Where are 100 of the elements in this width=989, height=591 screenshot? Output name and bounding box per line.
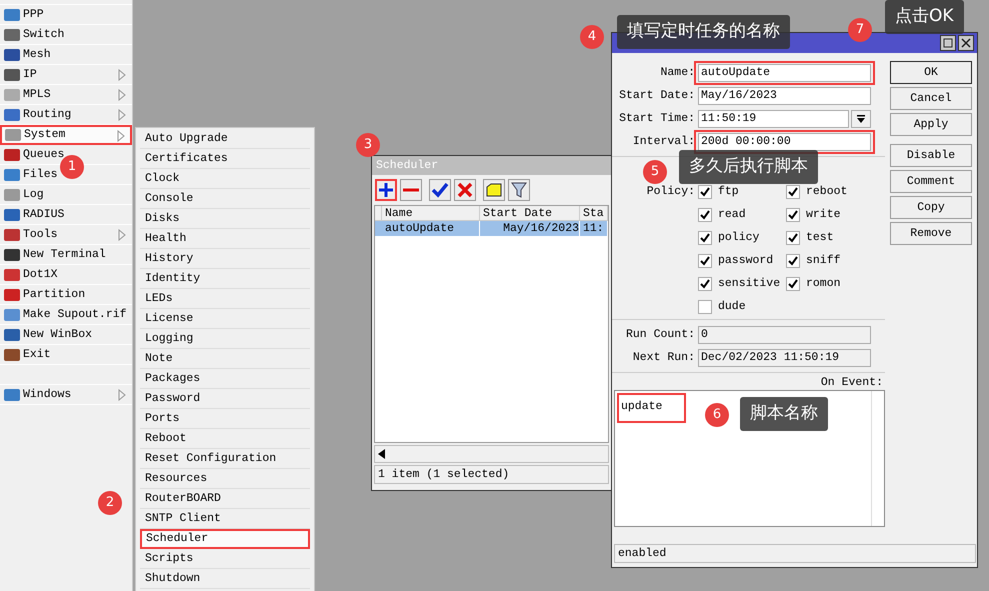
submenu-arrow-icon [118,89,126,101]
submenu-item[interactable]: Logging [140,329,310,349]
checkbox[interactable]: sensitive [698,275,786,293]
menu-item[interactable]: New WinBox [0,325,132,345]
app-icon [3,146,21,162]
submenu-item[interactable]: Password [140,389,310,409]
checkbox[interactable]: reboot [786,183,874,201]
submenu-item[interactable]: Shutdown [140,569,310,589]
app-icon [3,326,21,342]
table-cell: May/16/2023 [480,221,580,236]
check-icon [700,279,710,289]
field-label: Run Count: [624,326,696,343]
column-header[interactable]: Start Date [480,206,580,220]
menu-item[interactable]: Tools [0,225,132,245]
field-label: Start Time: [618,110,696,127]
submenu-item[interactable]: Identity [140,269,310,289]
input-field[interactable]: May/16/2023 [698,86,871,104]
submenu-arrow-icon [118,109,126,121]
dialog-button[interactable]: Copy [890,196,972,219]
app-icon [3,286,21,302]
submenu-item[interactable]: Disks [140,209,310,229]
callout-tooltip: 多久后执行脚本 [679,150,818,184]
checkbox[interactable]: write [786,206,874,224]
menu-item[interactable]: RADIUS [0,205,132,225]
submenu-item[interactable]: Packages [140,369,310,389]
dropdown-button[interactable] [851,110,871,128]
enable-button[interactable] [429,179,451,201]
submenu-item[interactable]: Reset Configuration [140,449,310,469]
checkbox[interactable]: policy [698,229,786,247]
checkbox[interactable]: dude [698,298,786,316]
submenu-item[interactable]: History [140,249,310,269]
app-icon [3,386,21,402]
submenu-item[interactable]: Resources [140,469,310,489]
menu-item[interactable]: IP [0,65,132,85]
dialog-button[interactable]: Remove [890,222,972,245]
menu-item[interactable]: PPP [0,5,132,25]
checkbox[interactable]: sniff [786,252,874,270]
input-field[interactable]: autoUpdate [698,64,871,82]
script-editor[interactable] [614,390,885,527]
checkbox[interactable]: ftp [698,183,786,201]
comment-button[interactable] [483,179,505,201]
app-icon [4,127,22,143]
dialog-button[interactable]: Disable [890,144,972,167]
dialog-button[interactable]: OK [890,61,972,84]
menu-item[interactable]: Windows [0,385,132,405]
menu-item[interactable]: MPLS [0,85,132,105]
submenu-item[interactable]: Scripts [140,549,310,569]
table-cell: autoUpdate [382,221,480,236]
column-header[interactable]: Sta [580,206,608,220]
submenu-item[interactable]: Ports [140,409,310,429]
dialog-button[interactable]: Comment [890,170,972,193]
menu-item[interactable]: System [0,125,132,145]
menu-item[interactable]: Log [0,185,132,205]
app-icon [3,346,21,362]
submenu-item[interactable]: Health [140,229,310,249]
field-label: Name: [659,64,696,81]
submenu-item[interactable]: Clock [140,169,310,189]
horizontal-scrollbar[interactable] [374,445,609,463]
checkbox[interactable]: password [698,252,786,270]
submenu-item[interactable]: Certificates [140,149,310,169]
checkbox[interactable]: test [786,229,874,247]
dialog-button[interactable]: Apply [890,113,972,136]
filter-button[interactable] [508,179,530,201]
readonly-field: 0 [698,326,871,344]
app-icon [3,46,21,62]
menu-item[interactable]: Partition [0,285,132,305]
app-icon [3,166,21,182]
close-button[interactable] [958,35,974,51]
menu-item[interactable]: Make Supout.rif [0,305,132,325]
step-number: 7 [848,18,872,42]
app-icon [3,106,21,122]
check-icon [700,256,710,266]
add-button[interactable] [375,179,397,201]
menu-item[interactable]: New Terminal [0,245,132,265]
menu-item[interactable]: Mesh [0,45,132,65]
check-icon [788,210,798,220]
table-row[interactable]: autoUpdate May/16/2023 11: [375,221,608,236]
submenu-item[interactable]: Console [140,189,310,209]
app-icon [3,206,21,222]
menu-item[interactable]: Exit [0,345,132,365]
submenu-item[interactable]: License [140,309,310,329]
submenu-item[interactable]: RouterBOARD [140,489,310,509]
disable-button[interactable] [454,179,476,201]
submenu-item[interactable]: Reboot [140,429,310,449]
submenu-item[interactable]: LEDs [140,289,310,309]
app-icon [3,306,21,322]
dialog-button[interactable]: Cancel [890,87,972,110]
input-field[interactable]: 200d 00:00:00 [698,132,871,150]
submenu-item[interactable]: Note [140,349,310,369]
submenu-item[interactable]: Scheduler [140,529,310,549]
checkbox[interactable]: romon [786,275,874,293]
remove-icon [403,188,419,192]
column-header[interactable]: Name [382,206,480,220]
input-field[interactable]: 11:50:19 [698,110,849,128]
checkbox[interactable]: read [698,206,786,224]
remove-button[interactable] [400,179,422,201]
submenu-item[interactable]: Auto Upgrade [140,129,310,149]
maximize-button[interactable] [940,35,956,51]
menu-item[interactable]: Dot1X [0,265,132,285]
menu-item[interactable]: Switch [0,25,132,45]
